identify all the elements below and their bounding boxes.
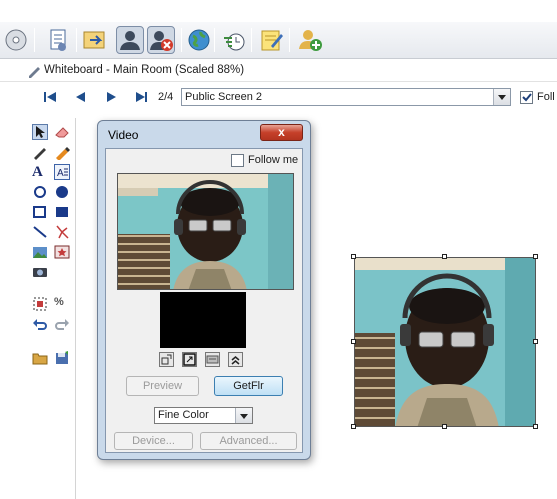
resize-handle-right[interactable]: [533, 339, 538, 344]
pen-icon[interactable]: [32, 144, 48, 160]
resize-handle-bottom-left[interactable]: [351, 424, 356, 429]
collapse-up-icon[interactable]: [228, 352, 243, 367]
document-icon[interactable]: [44, 26, 72, 54]
select-region-icon[interactable]: [32, 296, 48, 312]
page-counter: 2/4: [158, 91, 174, 103]
star-burst-icon[interactable]: [54, 224, 70, 240]
eraser-icon[interactable]: [54, 124, 70, 140]
svg-text:A: A: [57, 168, 64, 179]
top-toolbar: [0, 22, 557, 59]
user-icon[interactable]: [116, 26, 144, 54]
rectangle-filled-icon[interactable]: [54, 204, 70, 220]
globe-icon[interactable]: [185, 26, 213, 54]
notes-icon[interactable]: [257, 26, 285, 54]
whiteboard-title-bar: Whiteboard - Main Room (Scaled 88%): [0, 60, 557, 82]
rectangle-outline-icon[interactable]: [32, 204, 48, 220]
color-quality-select[interactable]: Fine Color: [154, 407, 253, 424]
keyboard-icon[interactable]: [205, 352, 220, 367]
resize-handle-bottom[interactable]: [442, 424, 447, 429]
preview-button[interactable]: Preview: [126, 376, 199, 396]
resize-handle-left[interactable]: [351, 339, 356, 344]
previous-page-icon[interactable]: [74, 92, 88, 102]
chevron-down-icon[interactable]: [235, 408, 252, 423]
close-icon: x: [278, 125, 285, 139]
remote-video-feed: [117, 173, 294, 290]
image-star-icon[interactable]: [54, 244, 70, 260]
resize-handle-top[interactable]: [442, 254, 447, 259]
folder-icon[interactable]: [32, 350, 48, 366]
whiteboard-snapshot-image[interactable]: [354, 257, 536, 427]
resize-handle-top-left[interactable]: [351, 254, 356, 259]
clock-icon[interactable]: [220, 26, 248, 54]
resize-handle-bottom-right[interactable]: [533, 424, 538, 429]
screen-select-value: Public Screen 2: [185, 91, 263, 103]
save-icon[interactable]: [54, 350, 70, 366]
video-window-title: Video: [108, 128, 139, 142]
getfir-button[interactable]: GetFlr: [214, 376, 283, 396]
text-box-icon[interactable]: A: [54, 164, 70, 180]
video-window: Video x Follow me Preview GetFlr Fine Co…: [97, 120, 311, 460]
undo-icon[interactable]: [32, 316, 48, 332]
close-button[interactable]: x: [260, 124, 303, 141]
local-video-preview: [160, 292, 246, 348]
image-icon[interactable]: [32, 244, 48, 260]
arrow-icon[interactable]: [32, 124, 48, 140]
last-page-icon[interactable]: [134, 92, 148, 102]
chevron-down-icon[interactable]: [493, 89, 510, 105]
resize-handle-top-right[interactable]: [533, 254, 538, 259]
pencil-icon: [27, 64, 41, 81]
page-navigation-bar: 2/4 Public Screen 2 Foll: [0, 84, 557, 110]
whiteboard-title: Whiteboard - Main Room (Scaled 88%): [44, 64, 245, 76]
advanced-button[interactable]: Advanced...: [200, 432, 297, 450]
expand-video-icon[interactable]: [182, 352, 197, 367]
add-user-icon[interactable]: [296, 26, 324, 54]
text-icon[interactable]: A: [32, 164, 48, 180]
screen-select[interactable]: Public Screen 2: [181, 88, 511, 106]
percent-icon[interactable]: %: [54, 296, 70, 312]
circle-outline-icon[interactable]: [32, 184, 48, 200]
minimize-video-icon[interactable]: [159, 352, 174, 367]
camera-icon[interactable]: [32, 264, 48, 280]
follow-me-label: Follow me: [248, 154, 299, 166]
first-page-icon[interactable]: [44, 92, 58, 102]
color-quality-value: Fine Color: [158, 409, 209, 421]
follow-me-checkbox[interactable]: [231, 154, 244, 167]
disc-icon[interactable]: [2, 26, 30, 54]
follow-label: Foll: [537, 91, 555, 103]
forward-icon[interactable]: [81, 26, 109, 54]
circle-filled-icon[interactable]: [54, 184, 70, 200]
redo-icon[interactable]: [54, 316, 70, 332]
marker-icon[interactable]: [54, 144, 70, 161]
device-button[interactable]: Device...: [114, 432, 193, 450]
tool-palette: A A %: [20, 118, 76, 499]
follow-checkbox[interactable]: [520, 91, 533, 104]
video-panel: Follow me Preview GetFlr Fine Color Devi…: [105, 148, 303, 453]
line-icon[interactable]: [32, 224, 48, 240]
user-remove-icon[interactable]: [147, 26, 175, 54]
next-page-icon[interactable]: [104, 92, 118, 102]
